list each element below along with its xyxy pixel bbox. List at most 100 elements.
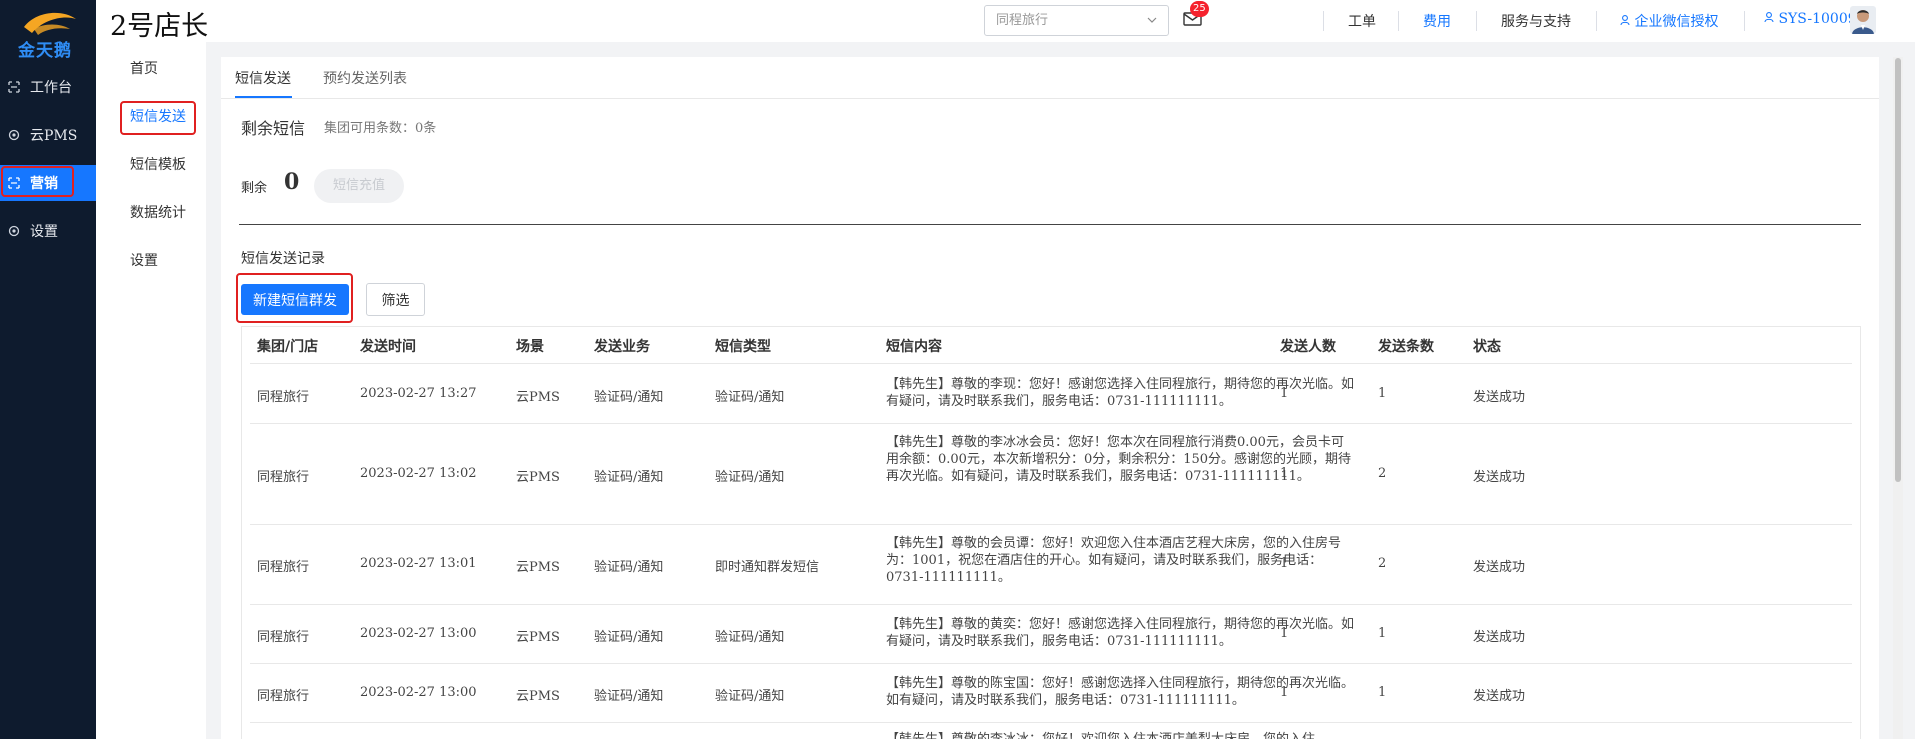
- cell-business: 验证码/通知: [594, 470, 664, 485]
- column-header: 短信类型: [715, 339, 771, 355]
- gear-icon: [7, 224, 21, 238]
- cell-status: 发送成功: [1473, 390, 1526, 405]
- table-row[interactable]: 【韩先生】尊敬的李冰冰：您好！欢迎您入住本酒店美梨大床房，您的入住: [250, 723, 1852, 739]
- cell-scene: 云PMS: [516, 560, 560, 575]
- group-available-count: 集团可用条数：0条: [324, 121, 437, 136]
- cell-store: 同程旅行: [257, 630, 310, 645]
- sidebar-item-label: 云PMS: [30, 128, 78, 144]
- avatar[interactable]: [1850, 6, 1876, 34]
- tab-divider: [221, 98, 1879, 99]
- cell-status: 发送成功: [1473, 470, 1526, 485]
- records-title: 短信发送记录: [241, 251, 325, 267]
- sidebar-item-marketing[interactable]: 营销: [0, 165, 96, 201]
- user-account-link[interactable]: SYS-10009: [1764, 11, 1857, 27]
- sidebar-item-pms[interactable]: 云PMS: [0, 117, 96, 153]
- sidebar-item-label: 工作台: [30, 80, 72, 96]
- cell-scene: 云PMS: [516, 470, 560, 485]
- table-row[interactable]: 同程旅行 2023-02-27 13:02 云PMS 验证码/通知 验证码/通知…: [250, 424, 1852, 525]
- workbench-icon: [7, 80, 21, 94]
- cell-scene: 云PMS: [516, 630, 560, 645]
- sidebar-item-label: 设置: [30, 224, 58, 240]
- new-sms-broadcast-button[interactable]: 新建短信群发: [241, 284, 349, 315]
- cell-store: 同程旅行: [257, 689, 310, 704]
- cell-type: 验证码/通知: [715, 470, 785, 485]
- submenu-item-sms-send[interactable]: 短信发送: [130, 106, 186, 126]
- cell-people: 1: [1280, 685, 1289, 700]
- cell-status: 发送成功: [1473, 630, 1526, 645]
- marketing-submenu: 首页 短信发送 短信模板 数据统计 设置: [96, 42, 206, 739]
- sidebar-item-label: 营销: [30, 176, 58, 192]
- cell-time: 2023-02-27 13:27: [360, 386, 477, 401]
- column-header: 短信内容: [886, 339, 942, 355]
- scrollbar-thumb[interactable]: [1895, 58, 1901, 482]
- cell-count: 1: [1378, 626, 1387, 641]
- submenu-item-statistics[interactable]: 数据统计: [130, 202, 186, 222]
- header-divider: [1596, 11, 1597, 31]
- column-header: 发送时间: [360, 339, 416, 355]
- column-header: 状态: [1473, 339, 1501, 355]
- cell-count: 2: [1378, 466, 1387, 481]
- cell-store: 同程旅行: [257, 390, 310, 405]
- content-card: 短信发送 预约发送列表 剩余短信 集团可用条数：0条 剩余 0 短信充值 短信发…: [221, 57, 1879, 739]
- mail-badge: 25: [1190, 1, 1209, 17]
- tab-sms-send[interactable]: 短信发送: [235, 68, 291, 88]
- recharge-button[interactable]: 短信充值: [314, 169, 404, 203]
- header-divider: [1476, 11, 1477, 31]
- cell-people: 1: [1280, 386, 1289, 401]
- fees-link[interactable]: 费用: [1423, 11, 1451, 31]
- cell-status: 发送成功: [1473, 689, 1526, 704]
- column-header: 发送条数: [1378, 339, 1434, 355]
- wechat-auth-link[interactable]: 企业微信授权: [1620, 11, 1718, 31]
- header-divider: [1744, 11, 1745, 31]
- tab-scheduled-list[interactable]: 预约发送列表: [323, 68, 407, 88]
- balance-title: 剩余短信: [241, 119, 306, 138]
- service-support-link[interactable]: 服务与支持: [1501, 11, 1571, 31]
- header-divider: [1323, 11, 1324, 31]
- wechat-auth-label: 企业微信授权: [1634, 14, 1719, 30]
- workorder-link[interactable]: 工单: [1348, 11, 1376, 31]
- section-divider: [239, 224, 1861, 225]
- remain-label: 剩余: [241, 181, 268, 196]
- records-table: 集团/门店 发送时间 场景 发送业务 短信类型 短信内容 发送人数 发送条数 状…: [241, 326, 1861, 739]
- column-header: 发送业务: [594, 339, 650, 355]
- cell-count: 1: [1378, 386, 1387, 401]
- table-header: 集团/门店 发送时间 场景 发送业务 短信类型 短信内容 发送人数 发送条数 状…: [250, 327, 1852, 364]
- cell-people: 1: [1280, 556, 1289, 571]
- sidebar-item-settings[interactable]: 设置: [0, 213, 96, 249]
- table-row[interactable]: 同程旅行 2023-02-27 13:27 云PMS 验证码/通知 验证码/通知…: [250, 364, 1852, 424]
- cell-business: 验证码/通知: [594, 560, 664, 575]
- cell-scene: 云PMS: [516, 689, 560, 704]
- submenu-item-settings[interactable]: 设置: [130, 250, 158, 270]
- store-title: 2号店长: [110, 11, 209, 42]
- cell-content: 【韩先生】尊敬的李冰冰：您好！欢迎您入住本酒店美梨大床房，您的入住: [886, 731, 1356, 739]
- remain-value: 0: [284, 169, 300, 195]
- user-icon: [1620, 14, 1634, 30]
- store-select-value: 同程旅行: [996, 13, 1049, 28]
- table-row[interactable]: 同程旅行 2023-02-27 13:00 云PMS 验证码/通知 验证码/通知…: [250, 605, 1852, 664]
- cell-time: 2023-02-27 13:00: [360, 685, 477, 700]
- table-row[interactable]: 同程旅行 2023-02-27 13:00 云PMS 验证码/通知 验证码/通知…: [250, 664, 1852, 723]
- submenu-item-home[interactable]: 首页: [130, 58, 158, 78]
- cell-business: 验证码/通知: [594, 689, 664, 704]
- cell-business: 验证码/通知: [594, 390, 664, 405]
- cell-time: 2023-02-27 13:01: [360, 556, 477, 571]
- gear-icon: [7, 128, 21, 142]
- main-sidebar: 金天鹅 工作台 云PMS 营销 设置: [0, 0, 96, 739]
- table-row[interactable]: 同程旅行 2023-02-27 13:01 云PMS 验证码/通知 即时通知群发…: [250, 525, 1852, 605]
- app-root: 金天鹅 工作台 云PMS 营销 设置 2号店长 同程旅行 25 工单 费用 服务…: [0, 0, 1915, 739]
- user-account-label: SYS-10009: [1778, 11, 1857, 27]
- cell-scene: 云PMS: [516, 390, 560, 405]
- cell-store: 同程旅行: [257, 470, 310, 485]
- cell-count: 2: [1378, 556, 1387, 571]
- chevron-down-icon: [1146, 6, 1158, 46]
- sidebar-item-workbench[interactable]: 工作台: [0, 69, 96, 105]
- store-select[interactable]: 同程旅行: [984, 5, 1169, 36]
- cell-type: 验证码/通知: [715, 630, 785, 645]
- cell-count: 1: [1378, 685, 1387, 700]
- cell-status: 发送成功: [1473, 560, 1526, 575]
- cell-type: 即时通知群发短信: [715, 560, 820, 575]
- submenu-item-sms-template[interactable]: 短信模板: [130, 154, 186, 174]
- cell-store: 同程旅行: [257, 560, 310, 575]
- cell-business: 验证码/通知: [594, 630, 664, 645]
- filter-button[interactable]: 筛选: [366, 283, 425, 316]
